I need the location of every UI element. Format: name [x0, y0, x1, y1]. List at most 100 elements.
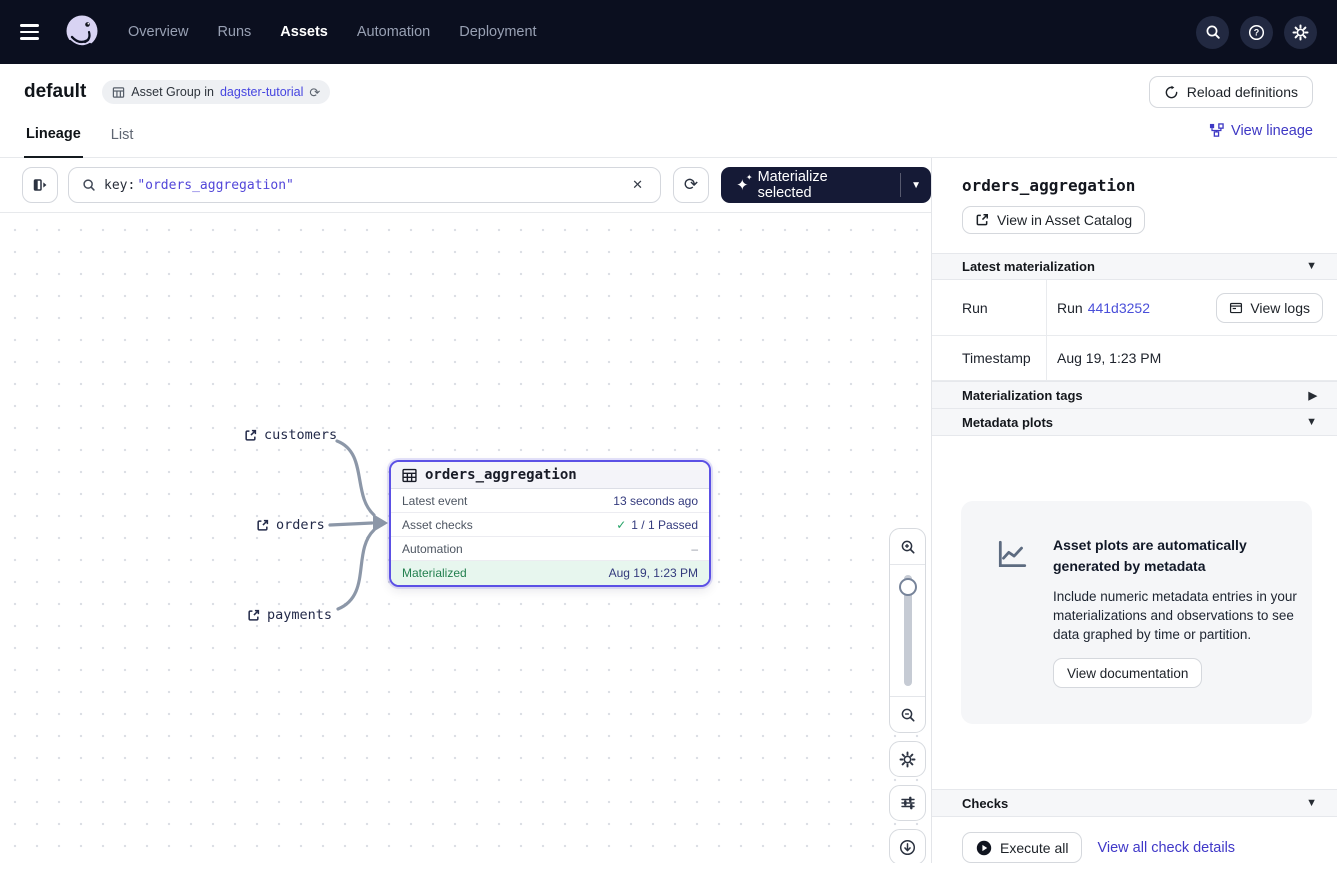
zoom-out-button[interactable] — [890, 696, 925, 732]
node-row-asset-checks: Asset checks ✓1 / 1 Passed — [391, 513, 709, 537]
view-logs-button[interactable]: View logs — [1216, 293, 1323, 323]
badge-repo-link[interactable]: dagster-tutorial — [220, 85, 303, 99]
view-all-check-details-link[interactable]: View all check details — [1097, 840, 1235, 856]
reload-definitions-icon — [1164, 85, 1179, 100]
nav-item-assets[interactable]: Assets — [280, 24, 328, 40]
gear-icon — [899, 751, 916, 768]
asset-node-orders-aggregation[interactable]: orders_aggregation Latest event 13 secon… — [389, 460, 711, 587]
zoom-slider[interactable] — [890, 565, 925, 696]
sparkle-icon: ✦✦ — [736, 178, 749, 193]
asset-search-input[interactable]: key: "orders_aggregation" ✕ — [68, 167, 661, 203]
asset-plots-card: Asset plots are automatically generated … — [961, 501, 1312, 724]
search-icon[interactable] — [1196, 16, 1229, 49]
check-icon: ✓ — [616, 518, 626, 532]
top-nav: Overview Runs Assets Automation Deployme… — [0, 0, 1337, 64]
caret-down-icon: ▼ — [1306, 797, 1317, 809]
zoom-in-icon — [900, 539, 916, 555]
execute-all-button[interactable]: Execute all — [962, 832, 1082, 863]
view-logs-icon — [1229, 301, 1243, 315]
nav-items: Overview Runs Assets Automation Deployme… — [128, 24, 537, 40]
recenter-icon — [899, 839, 916, 856]
filters-icon — [900, 795, 916, 811]
view-in-asset-catalog-button[interactable]: View in Asset Catalog — [962, 206, 1145, 234]
play-circle-icon — [976, 840, 992, 856]
checks-actions: Execute all View all check details — [932, 832, 1337, 863]
nav-item-overview[interactable]: Overview — [128, 24, 188, 40]
plots-card-body: Include numeric metadata entries in your… — [1053, 587, 1303, 644]
asset-detail-panel: orders_aggregation View in Asset Catalog… — [931, 158, 1337, 863]
external-link-icon — [247, 609, 260, 622]
zoom-controls — [889, 528, 926, 863]
materialize-dropdown-button[interactable]: ▼ — [901, 167, 931, 203]
page-title: default — [24, 76, 86, 108]
asset-node-title: orders_aggregation — [425, 467, 577, 483]
materialize-selected-button[interactable]: ✦✦ Materialize selected — [721, 167, 900, 203]
panel-asset-title: orders_aggregation — [932, 158, 1337, 195]
external-link-icon — [975, 213, 989, 227]
nav-item-automation[interactable]: Automation — [357, 24, 430, 40]
view-lineage-link[interactable]: View lineage — [1209, 123, 1313, 139]
asset-group-icon — [112, 86, 125, 99]
zoom-slider-handle[interactable] — [899, 578, 917, 596]
section-latest-materialization[interactable]: Latest materialization ▼ — [932, 253, 1337, 281]
timestamp-row: Timestamp Aug 19, 1:23 PM — [932, 336, 1337, 381]
zoom-out-icon — [900, 707, 916, 723]
nav-actions: ? — [1196, 16, 1317, 49]
tab-list[interactable]: List — [109, 127, 136, 157]
search-icon — [82, 178, 96, 192]
refresh-icon: ⟳ — [684, 175, 698, 195]
recenter-button[interactable] — [889, 829, 926, 863]
materialization-table: Run Run 441d3252 View logs Timestamp Aug… — [932, 280, 1337, 381]
tab-lineage[interactable]: Lineage — [24, 126, 83, 158]
gear-icon[interactable] — [1284, 16, 1317, 49]
caret-right-icon: ▶ — [1309, 389, 1317, 402]
caret-down-icon: ▼ — [1306, 260, 1317, 272]
search-query-value: "orders_aggregation" — [137, 178, 294, 193]
tabs-bar: Lineage List View lineage — [0, 108, 1337, 158]
badge-text: Asset Group in — [131, 85, 214, 99]
section-materialization-tags[interactable]: Materialization tags ▶ — [932, 381, 1337, 409]
view-documentation-button[interactable]: View documentation — [1053, 658, 1202, 688]
node-row-materialized: Materialized Aug 19, 1:23 PM — [391, 561, 709, 585]
search-query-key: key: — [104, 178, 135, 193]
open-sidebar-button[interactable] — [22, 167, 58, 203]
chevron-down-icon: ▼ — [911, 180, 921, 191]
run-row: Run Run 441d3252 View logs — [932, 280, 1337, 336]
external-link-icon — [256, 519, 269, 532]
dagster-logo[interactable] — [62, 12, 102, 52]
reload-definitions-button[interactable]: Reload definitions — [1149, 76, 1313, 108]
upstream-asset-customers[interactable]: customers — [244, 427, 337, 443]
refresh-graph-button[interactable]: ⟳ — [673, 167, 709, 203]
help-icon[interactable]: ? — [1240, 16, 1273, 49]
clear-search-icon[interactable]: ✕ — [628, 175, 647, 195]
nav-item-deployment[interactable]: Deployment — [459, 24, 536, 40]
asset-node-header: orders_aggregation — [391, 462, 709, 489]
graph-toolbar: key: "orders_aggregation" ✕ ⟳ ✦✦ Materia… — [0, 158, 931, 213]
lineage-graph-area: key: "orders_aggregation" ✕ ⟳ ✦✦ Materia… — [0, 158, 931, 863]
graph-settings-button[interactable] — [889, 741, 926, 777]
page-header: default Asset Group in dagster-tutorial … — [0, 64, 1337, 108]
upstream-asset-orders[interactable]: orders — [256, 517, 325, 533]
run-label: Run — [932, 280, 1047, 335]
svg-text:?: ? — [1254, 27, 1260, 37]
plots-card-title: Asset plots are automatically generated … — [1053, 535, 1285, 576]
asset-group-badge: Asset Group in dagster-tutorial ⟳ — [102, 80, 330, 104]
table-icon — [402, 468, 417, 483]
timestamp-value: Aug 19, 1:23 PM — [1047, 350, 1337, 366]
zoom-in-button[interactable] — [890, 529, 925, 565]
run-id-link[interactable]: 441d3252 — [1088, 300, 1150, 316]
node-row-latest-event: Latest event 13 seconds ago — [391, 489, 709, 513]
caret-down-icon: ▼ — [1306, 416, 1317, 428]
nav-item-runs[interactable]: Runs — [217, 24, 251, 40]
badge-refresh-icon[interactable]: ⟳ — [309, 86, 320, 99]
section-checks[interactable]: Checks ▼ — [932, 789, 1337, 817]
graph-filters-button[interactable] — [889, 785, 926, 821]
timestamp-label: Timestamp — [932, 336, 1047, 380]
view-lineage-icon — [1209, 123, 1224, 138]
panel-toggle-icon — [32, 177, 48, 193]
upstream-asset-payments[interactable]: payments — [247, 607, 332, 623]
section-metadata-plots[interactable]: Metadata plots ▼ — [932, 409, 1337, 437]
graph-canvas[interactable]: customers orders payments orders_aggrega… — [0, 213, 931, 863]
hamburger-menu-icon[interactable] — [20, 18, 48, 46]
external-link-icon — [244, 429, 257, 442]
